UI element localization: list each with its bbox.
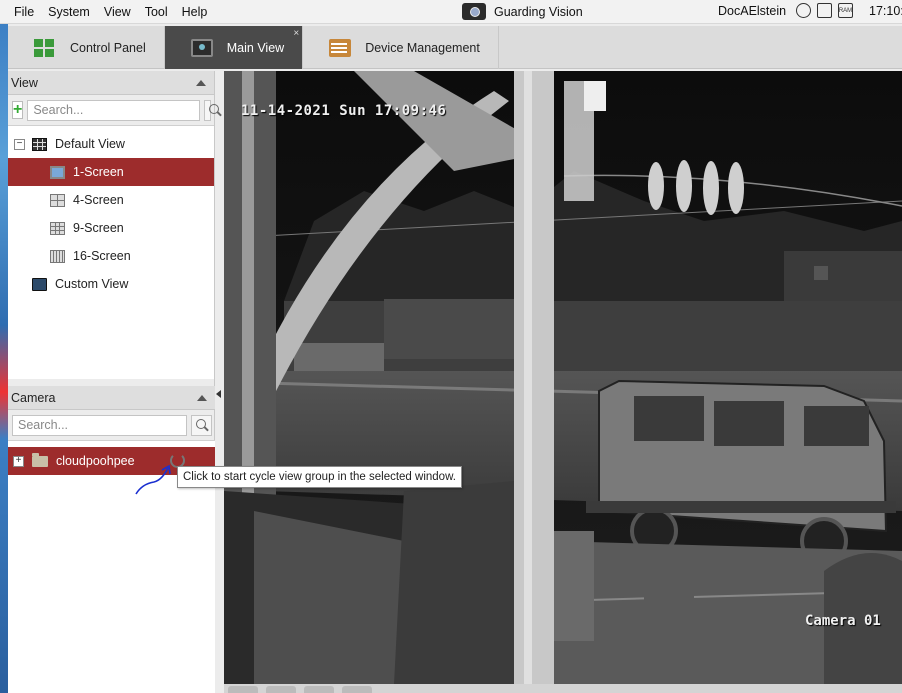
user-name[interactable]: DocAElstein bbox=[718, 4, 786, 18]
toolbar-button[interactable] bbox=[266, 686, 296, 693]
tab-bar: Control Panel Main View × Device Managem… bbox=[8, 26, 902, 69]
video-timestamp: 11-14-2021 Sun 17:09:46 bbox=[241, 103, 447, 119]
view-group-icon bbox=[32, 137, 47, 151]
close-icon[interactable]: × bbox=[293, 28, 299, 39]
cpu-icon[interactable] bbox=[817, 3, 832, 18]
tree-item-custom-view[interactable]: Custom View bbox=[8, 270, 214, 298]
view-section-header[interactable]: View bbox=[8, 71, 214, 95]
tab-label: Control Panel bbox=[70, 40, 146, 55]
clock: 17:10: bbox=[869, 4, 902, 18]
collapse-left-icon[interactable] bbox=[216, 390, 221, 398]
menu-help[interactable]: Help bbox=[175, 5, 215, 19]
tree-item-label: 9-Screen bbox=[73, 221, 124, 235]
video-camera-name: Camera 01 bbox=[805, 613, 881, 629]
camera-section: Camera + cloudpoohpee bbox=[8, 386, 215, 693]
tree-item-4-screen[interactable]: 4-Screen bbox=[8, 186, 214, 214]
desktop-background-strip bbox=[0, 24, 8, 693]
app-title-text: Guarding Vision bbox=[494, 4, 583, 19]
tab-label: Device Management bbox=[365, 40, 480, 55]
app-title: Guarding Vision bbox=[462, 3, 583, 20]
collapse-up-icon[interactable] bbox=[197, 394, 207, 401]
tab-main-view[interactable]: Main View × bbox=[164, 26, 304, 69]
tree-item-label: Custom View bbox=[55, 277, 129, 291]
menu-tool[interactable]: Tool bbox=[138, 5, 175, 19]
toolbar-button[interactable] bbox=[304, 686, 334, 693]
hand-drawn-arrow-annotation bbox=[135, 464, 171, 495]
system-icons: RAM bbox=[796, 3, 853, 18]
video-toolbar bbox=[224, 684, 902, 693]
tree-item-label: 1-Screen bbox=[73, 165, 124, 179]
control-panel-icon bbox=[34, 38, 56, 57]
search-icon[interactable] bbox=[204, 99, 219, 121]
tree-item-label: 16-Screen bbox=[73, 249, 131, 263]
tree-item-1-screen[interactable]: 1-Screen bbox=[8, 158, 214, 186]
device-management-icon bbox=[329, 38, 352, 57]
camera-feed-image bbox=[224, 71, 902, 684]
tab-control-panel[interactable]: Control Panel bbox=[8, 26, 165, 69]
collapse-icon[interactable]: − bbox=[14, 138, 25, 150]
expand-icon[interactable]: + bbox=[13, 455, 24, 467]
folder-icon bbox=[32, 452, 48, 467]
one-screen-icon bbox=[50, 165, 65, 179]
nine-screen-icon bbox=[50, 221, 65, 235]
view-tree: − Default View 1-Screen 4-Screen 9-Scree… bbox=[8, 125, 214, 379]
view-section-title: View bbox=[11, 75, 38, 90]
menu-system[interactable]: System bbox=[41, 5, 97, 19]
camera-group-label: cloudpoohpee bbox=[56, 454, 135, 468]
camera-section-header[interactable]: Camera bbox=[8, 386, 215, 410]
search-icon[interactable] bbox=[191, 414, 212, 436]
tree-item-label: Default View bbox=[55, 137, 125, 151]
view-search-row: + bbox=[8, 95, 219, 125]
tree-item-16-screen[interactable]: 16-Screen bbox=[8, 242, 214, 270]
cycle-view-tooltip: Click to start cycle view group in the s… bbox=[177, 466, 462, 488]
tree-item-9-screen[interactable]: 9-Screen bbox=[8, 214, 214, 242]
ram-icon[interactable]: RAM bbox=[838, 3, 853, 18]
view-search-input[interactable] bbox=[27, 99, 201, 121]
tab-label: Main View bbox=[226, 40, 285, 55]
toolbar-button[interactable] bbox=[342, 686, 372, 693]
tree-item-label: 4-Screen bbox=[73, 193, 124, 207]
sixteen-screen-icon bbox=[50, 249, 65, 263]
main-view-icon bbox=[190, 38, 213, 57]
app-logo-icon bbox=[462, 3, 486, 20]
camera-search-input[interactable] bbox=[12, 414, 187, 436]
custom-view-icon bbox=[32, 277, 47, 291]
network-icon[interactable] bbox=[796, 3, 811, 18]
tab-device-management[interactable]: Device Management bbox=[303, 26, 499, 69]
four-screen-icon bbox=[50, 193, 65, 207]
menu-view[interactable]: View bbox=[97, 5, 138, 19]
camera-search-row bbox=[8, 410, 215, 440]
menu-file[interactable]: File bbox=[0, 5, 41, 19]
tree-item-default-view[interactable]: − Default View bbox=[8, 130, 214, 158]
camera-section-title: Camera bbox=[11, 390, 56, 405]
video-window[interactable]: 11-14-2021 Sun 17:09:46 Camera 01 bbox=[224, 71, 902, 684]
add-view-button[interactable]: + bbox=[12, 101, 24, 119]
left-panel: View + − Default View 1-Screen 4-Screen … bbox=[8, 71, 219, 693]
toolbar-button[interactable] bbox=[228, 686, 258, 693]
collapse-up-icon[interactable] bbox=[196, 79, 206, 86]
